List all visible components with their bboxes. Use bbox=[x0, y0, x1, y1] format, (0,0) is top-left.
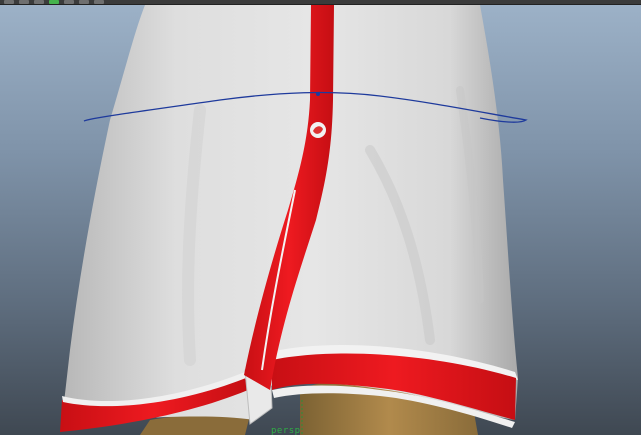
3d-viewport[interactable]: persp bbox=[0, 0, 641, 435]
pivot-handle[interactable] bbox=[316, 92, 320, 96]
camera-label: persp bbox=[271, 426, 301, 435]
scene-render bbox=[60, 5, 528, 435]
emblem-icon bbox=[310, 122, 326, 138]
